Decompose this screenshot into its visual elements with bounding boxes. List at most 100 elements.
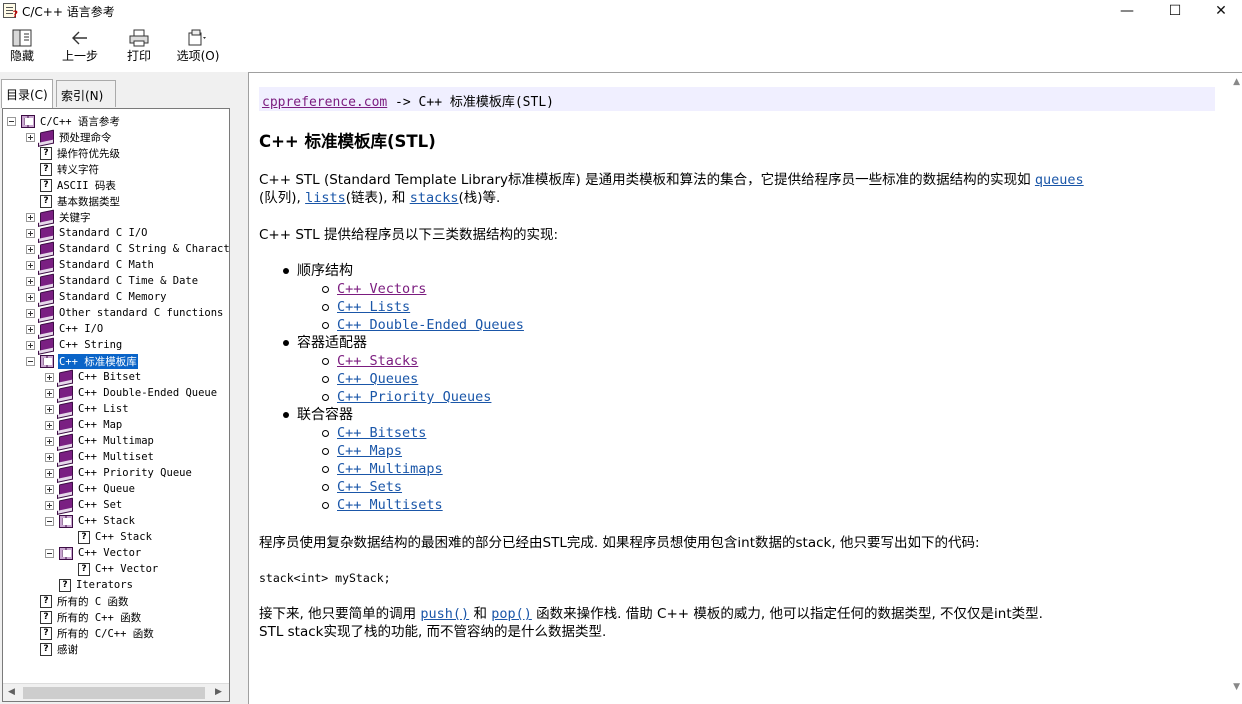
tree-item[interactable]: ? 转义字符 <box>26 161 100 177</box>
lead-paragraph: C++ STL 提供给程序员以下三类数据结构的实现: <box>259 227 559 243</box>
close-button[interactable]: ✕ <box>1198 0 1242 22</box>
expand-icon[interactable] <box>45 452 54 462</box>
sets-link[interactable]: C++ Sets <box>337 478 402 496</box>
push-link[interactable]: push() <box>420 606 469 622</box>
tree-root[interactable]: C/C++ 语言参考 <box>7 113 121 129</box>
stacks-link[interactable]: C++ Stacks <box>337 352 418 370</box>
expand-icon[interactable] <box>45 420 54 430</box>
vectors-link[interactable]: C++ Vectors <box>337 280 426 298</box>
lists-link[interactable]: C++ Lists <box>337 298 410 316</box>
tree-item[interactable]: ? 所有的 C++ 函数 <box>26 609 142 625</box>
tab-index[interactable]: 索引(N) <box>56 80 116 107</box>
help-page-icon: ? <box>40 146 52 160</box>
tree-item[interactable]: ? 所有的 C/C++ 函数 <box>26 625 155 641</box>
tree-item[interactable]: C++ Vector <box>45 545 142 561</box>
expand-icon[interactable] <box>45 484 54 494</box>
maps-link[interactable]: C++ Maps <box>337 442 402 460</box>
options-button[interactable]: 选项(O) <box>176 28 220 68</box>
expand-icon[interactable] <box>26 292 35 302</box>
scroll-down-icon[interactable]: ▼ <box>1233 682 1240 692</box>
multisets-link[interactable]: C++ Multisets <box>337 496 443 514</box>
expand-icon[interactable] <box>26 244 35 254</box>
tree-item[interactable]: Standard C Time & Date <box>26 273 199 289</box>
expand-icon[interactable] <box>45 404 54 414</box>
tree-item[interactable]: C++ Priority Queue <box>45 465 193 481</box>
tree-item[interactable]: C++ Multimap <box>45 433 155 449</box>
expand-icon[interactable] <box>45 372 54 382</box>
expand-icon[interactable] <box>26 324 35 334</box>
tree-item[interactable]: C++ Multiset <box>45 449 155 465</box>
tree-item[interactable]: C++ Bitset <box>45 369 142 385</box>
tree-item[interactable]: C++ List <box>45 401 130 417</box>
bitsets-link[interactable]: C++ Bitsets <box>337 424 426 442</box>
tree-item[interactable]: C++ Stack <box>45 513 136 529</box>
tree-item[interactable]: Standard C Math <box>26 257 155 273</box>
usage-paragraph: 接下来, 他只要简单的调用 push() 和 pop() 函数来操作栈. 借助 … <box>259 606 1043 622</box>
tree-item[interactable]: C++ String <box>26 337 123 353</box>
multimaps-link[interactable]: C++ Multimaps <box>337 460 443 478</box>
tree-item[interactable]: 关键字 <box>26 209 92 225</box>
tree-item[interactable]: C++ Queue <box>45 481 136 497</box>
tree-item[interactable]: Standard C String & Character <box>26 241 229 257</box>
tree-item[interactable]: Standard C I/O <box>26 225 149 241</box>
expand-icon[interactable] <box>26 276 35 286</box>
scroll-right-icon[interactable]: ▶ <box>215 687 222 697</box>
open-book-icon <box>40 354 54 368</box>
stacks-link[interactable]: stacks <box>410 190 459 206</box>
priority-queues-link[interactable]: C++ Priority Queues <box>337 388 491 406</box>
tree-item[interactable]: ? ASCII 码表 <box>26 177 117 193</box>
collapse-icon[interactable] <box>45 548 54 558</box>
tree-item[interactable]: C++ Set <box>45 497 123 513</box>
list-item: C++ Lists <box>322 298 410 316</box>
usage-paragraph-line2: STL stack实现了栈的功能, 而不管容纳的是什么数据类型. <box>259 624 607 640</box>
book-icon <box>59 433 73 449</box>
expand-icon[interactable] <box>26 212 35 222</box>
tree-item[interactable]: ? 所有的 C 函数 <box>26 593 129 609</box>
open-book-icon <box>21 114 35 128</box>
tree-item[interactable]: C++ I/O <box>26 321 104 337</box>
hide-pane-icon <box>12 28 32 48</box>
tree-item[interactable]: ? 操作符优先级 <box>26 145 121 161</box>
collapse-icon[interactable] <box>7 116 16 126</box>
maximize-button[interactable]: ☐ <box>1152 0 1198 22</box>
hide-button[interactable]: 隐藏 <box>8 28 36 68</box>
tab-contents[interactable]: 目录(C) <box>1 79 53 108</box>
queues-link[interactable]: C++ Queues <box>337 370 418 388</box>
tree-item[interactable]: ? C++ Vector <box>64 561 159 577</box>
print-button[interactable]: 打印 <box>124 28 154 68</box>
expand-icon[interactable] <box>26 260 35 270</box>
tree-item[interactable]: Other standard C functions <box>26 305 224 321</box>
tree-item[interactable]: C++ Double-Ended Queue <box>45 385 218 401</box>
expand-icon[interactable] <box>45 500 54 510</box>
collapse-icon[interactable] <box>26 356 35 366</box>
expand-icon[interactable] <box>26 132 35 142</box>
expand-icon[interactable] <box>26 228 35 238</box>
tree-item[interactable]: ? 感谢 <box>26 641 79 657</box>
scrollbar-thumb[interactable] <box>23 687 205 699</box>
expand-icon[interactable] <box>26 340 35 350</box>
tree-item-stl-selected[interactable]: C++ 标准模板库 <box>26 352 139 370</box>
scroll-left-icon[interactable]: ◀ <box>8 687 15 697</box>
tree-item[interactable]: ? Iterators <box>45 577 134 593</box>
bullet-icon <box>283 412 289 418</box>
scroll-up-icon[interactable]: ▲ <box>1233 77 1240 87</box>
expand-icon[interactable] <box>45 388 54 398</box>
expand-icon[interactable] <box>45 468 54 478</box>
book-icon <box>59 481 73 497</box>
lists-link[interactable]: lists <box>305 190 346 206</box>
horizontal-scrollbar[interactable]: ◀ ▶ <box>3 683 229 701</box>
collapse-icon[interactable] <box>45 516 54 526</box>
expand-icon[interactable] <box>26 308 35 318</box>
pop-link[interactable]: pop() <box>491 606 532 622</box>
back-button[interactable]: 上一步 <box>60 28 100 68</box>
expand-icon[interactable] <box>45 436 54 446</box>
minimize-button[interactable]: — <box>1104 0 1150 22</box>
tree-item[interactable]: ? 基本数据类型 <box>26 193 121 209</box>
tree-item[interactable]: Standard C Memory <box>26 289 167 305</box>
breadcrumb-home-link[interactable]: cppreference.com <box>262 95 387 110</box>
tree-item[interactable]: C++ Map <box>45 417 123 433</box>
queues-link[interactable]: queues <box>1035 172 1084 188</box>
tree-item[interactable]: ? C++ Stack <box>64 529 153 545</box>
deque-link[interactable]: C++ Double-Ended Queues <box>337 316 524 334</box>
tree-item[interactable]: 预处理命令 <box>26 129 113 145</box>
